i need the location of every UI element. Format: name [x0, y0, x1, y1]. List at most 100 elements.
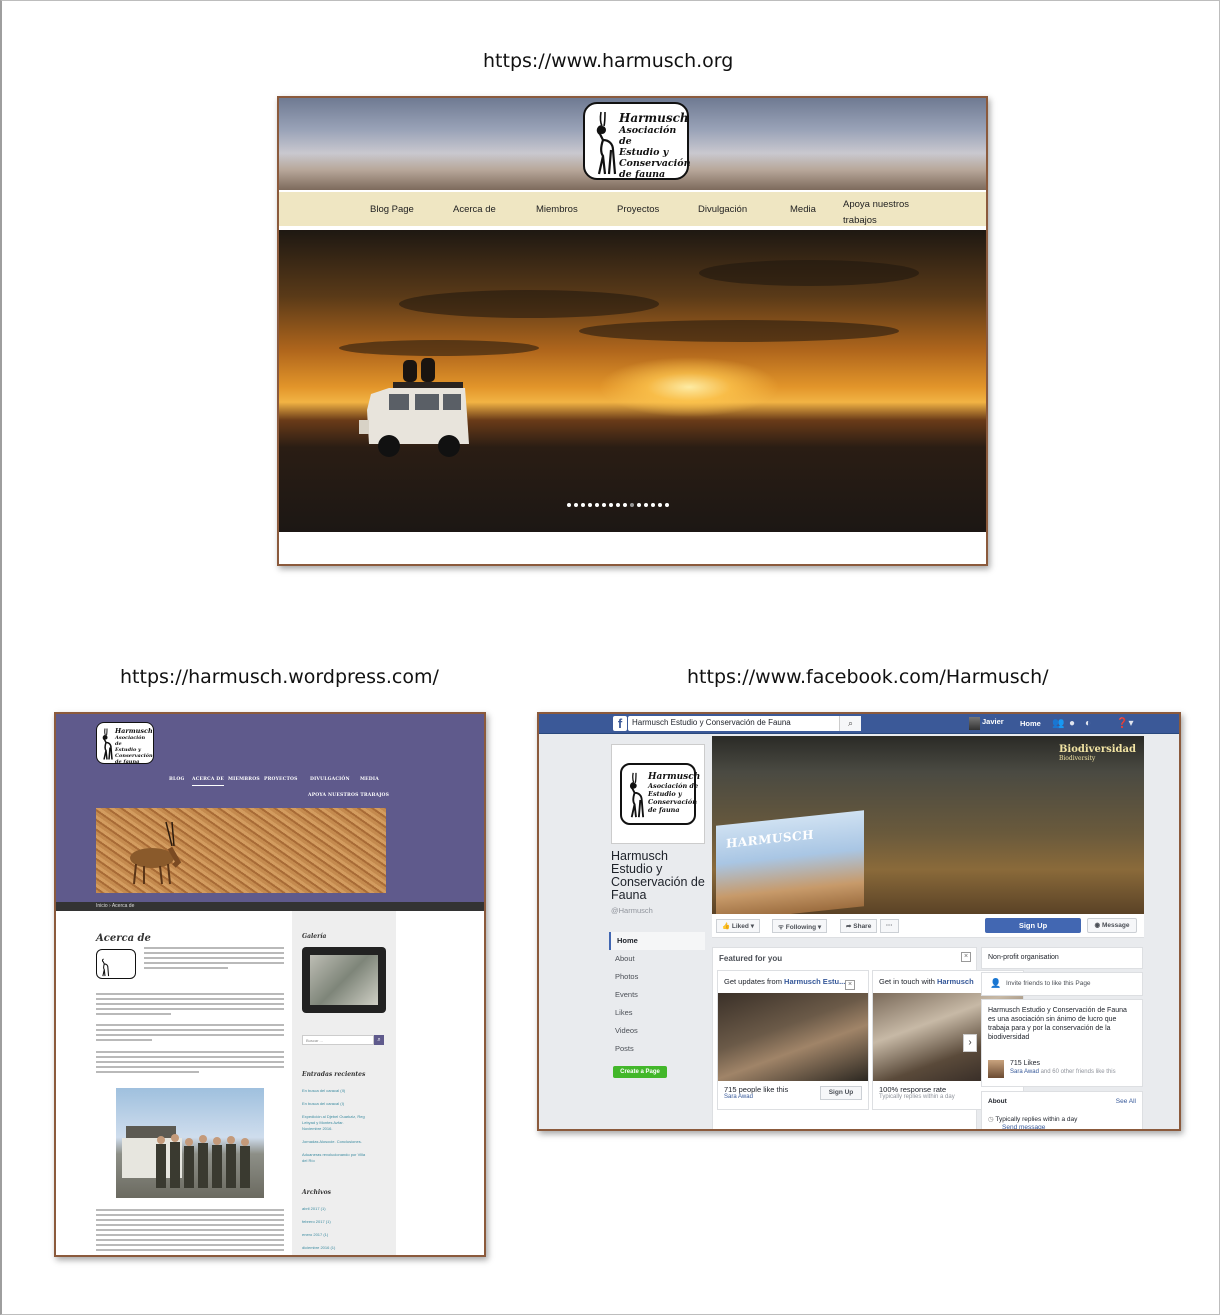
- article-paragraph-1: [144, 947, 284, 972]
- wordpress-site-logo[interactable]: Harmusch Asociación de Estudio y Conserv…: [96, 722, 154, 766]
- recent-post-link[interactable]: Expedición al Djebel Ouarkziz, Reg: [302, 1114, 365, 1119]
- recent-post-link-cont[interactable]: del Río: [302, 1158, 315, 1163]
- menu-item-about[interactable]: About: [609, 950, 705, 968]
- nav-apoya-nuestros-trabajos[interactable]: Apoya nuestros trabajos: [843, 197, 909, 229]
- cover-photo[interactable]: Biodiversidad Biodiversity HARMUSCH: [712, 736, 1144, 922]
- liked-button[interactable]: 👍 Liked ▾: [716, 919, 760, 933]
- chevron-right-icon[interactable]: ›: [963, 1034, 977, 1052]
- recent-post-link[interactable]: En busca del caracal (II): [302, 1088, 345, 1093]
- search-icon[interactable]: ⌕: [374, 1035, 384, 1045]
- home-link[interactable]: Home: [1020, 719, 1041, 728]
- logo-text: Harmusch Asociación de Estudio y Conserv…: [619, 111, 691, 181]
- following-button[interactable]: ᯤ Following ▾: [772, 919, 828, 933]
- recent-post-link[interactable]: Jornadas Alosocie. Conclusiones.: [302, 1139, 362, 1144]
- menu-item-likes[interactable]: Likes: [609, 1004, 705, 1022]
- close-icon[interactable]: ×: [961, 952, 971, 962]
- article-paragraph-3: [96, 1024, 284, 1044]
- help-icon[interactable]: ❓▾: [1116, 718, 1133, 729]
- harmusch-org-screenshot: Harmusch Asociación de Estudio y Conserv…: [277, 96, 988, 566]
- recent-post-link-cont[interactable]: Noviembre 2016.: [302, 1126, 332, 1131]
- sidebar-search-input[interactable]: Buscar ...: [302, 1035, 374, 1045]
- facebook-search-input[interactable]: Harmusch Estudio y Conservación de Fauna: [628, 716, 860, 731]
- archive-link[interactable]: abril 2017 (1): [302, 1206, 326, 1211]
- invite-friends-link[interactable]: 👤 Invite friends to like this Page: [981, 972, 1143, 996]
- wp-nav-acerca-de[interactable]: ACERCA DE: [192, 777, 225, 786]
- cover-sign-text: Biodiversidad Biodiversity: [1058, 744, 1136, 762]
- about-section: About See All ◷ Typically replies within…: [981, 1091, 1143, 1129]
- facebook-screenshot: f Harmusch Estudio y Conservación de Fau…: [537, 712, 1181, 1131]
- send-message-link[interactable]: Send message: [1002, 1124, 1045, 1129]
- messages-icon[interactable]: ●: [1069, 718, 1075, 729]
- wp-nav-proyectos[interactable]: PROYECTOS: [264, 777, 298, 782]
- logo-text: Harmusch Asociación de Estudio y Conserv…: [115, 727, 153, 766]
- gazelle-logo-icon: [629, 772, 645, 818]
- cover-display-box: HARMUSCH: [716, 810, 864, 922]
- sign-up-button[interactable]: Sign Up: [985, 918, 1081, 933]
- featured-title: Featured for you: [719, 954, 783, 963]
- add-friend-icon: 👤: [990, 978, 1002, 988]
- page-description: Harmusch Estudio y Conservación de Fauna…: [988, 1007, 1127, 1041]
- gazelle-logo-icon: [102, 728, 113, 760]
- user-avatar[interactable]: [969, 717, 980, 730]
- page-sidebar-menu: Home About Photos Events Likes Videos Po…: [609, 932, 705, 1058]
- facebook-url-label: https://www.facebook.com/Harmusch/: [687, 666, 1049, 688]
- article-paragraph-4: [96, 1051, 284, 1076]
- recent-post-link[interactable]: Aduaneras revolucionando por Villa: [302, 1152, 365, 1157]
- dismiss-card-icon[interactable]: ×: [845, 980, 855, 990]
- wp-nav-divulgacion[interactable]: DIVULGACIÓN: [310, 777, 350, 782]
- more-options-button[interactable]: ···: [880, 919, 899, 933]
- share-button[interactable]: ➦ Share: [840, 919, 878, 933]
- wordpress-sidebar: Galería Buscar ... ⌕ Entradas recientes …: [292, 911, 396, 1255]
- featured-card-updates[interactable]: Get updates from Harmusch Estu... 715 pe…: [717, 970, 869, 1110]
- wordpress-header: Harmusch Asociación de Estudio y Conserv…: [56, 714, 484, 902]
- message-button[interactable]: ◉ Message: [1087, 918, 1137, 933]
- profile-picture[interactable]: Harmusch Asociación de Estudio y Conserv…: [611, 744, 705, 844]
- site-logo[interactable]: Harmusch Asociación de Estudio y Conserv…: [583, 102, 691, 181]
- wp-nav-blog[interactable]: BLOG: [169, 777, 185, 782]
- menu-item-videos[interactable]: Videos: [609, 1022, 705, 1040]
- card-sign-up-button[interactable]: Sign Up: [820, 1086, 862, 1100]
- facebook-top-bar: f Harmusch Estudio y Conservación de Fau…: [539, 714, 1179, 734]
- wp-nav-media[interactable]: MEDIA: [360, 777, 379, 782]
- archive-link[interactable]: diciembre 2016 (1): [302, 1245, 335, 1250]
- nav-divulgacion[interactable]: Divulgación: [698, 204, 747, 215]
- nav-blog-page[interactable]: Blog Page: [370, 204, 414, 215]
- notifications-icon[interactable]: ◐: [1085, 718, 1091, 729]
- nav-acerca-de[interactable]: Acerca de: [453, 204, 496, 215]
- search-icon[interactable]: ⌕: [839, 716, 861, 731]
- create-page-button[interactable]: Create a Page: [613, 1066, 667, 1078]
- friend-requests-icon[interactable]: 👥: [1052, 718, 1064, 729]
- menu-item-photos[interactable]: Photos: [609, 968, 705, 986]
- wordpress-article: Acerca de: [56, 911, 292, 1255]
- wordpress-screenshot: Harmusch Asociación de Estudio y Conserv…: [54, 712, 486, 1257]
- nav-media[interactable]: Media: [790, 204, 816, 215]
- user-name-link[interactable]: Javier: [982, 717, 1004, 726]
- article-title: Acerca de: [96, 933, 151, 944]
- hero-slider-image[interactable]: [279, 230, 986, 532]
- wp-nav-miembros[interactable]: MIEMBROS: [228, 777, 260, 782]
- nav-proyectos[interactable]: Proyectos: [617, 204, 659, 215]
- facebook-logo-icon[interactable]: f: [613, 716, 627, 731]
- page-about-card: Harmusch Estudio y Conservación de Fauna…: [981, 999, 1143, 1087]
- see-all-link[interactable]: See All: [1116, 1098, 1136, 1105]
- recent-post-link-cont[interactable]: Lebyad y Montes Azfar.: [302, 1120, 344, 1125]
- sidebar-recent-title: Entradas recientes: [302, 1071, 366, 1078]
- archive-link[interactable]: enero 2017 (1): [302, 1232, 328, 1237]
- menu-item-events[interactable]: Events: [609, 986, 705, 1004]
- recent-post-link[interactable]: En busca del caracal (I): [302, 1101, 344, 1106]
- nav-miembros[interactable]: Miembros: [536, 204, 578, 215]
- slider-pagination-dots[interactable]: [567, 503, 669, 507]
- menu-item-posts[interactable]: Posts: [609, 1040, 705, 1058]
- sidebar-gallery-title: Galería: [302, 933, 327, 940]
- wp-nav-apoya[interactable]: APOYA NUESTROS TRABAJOS: [308, 793, 389, 798]
- gazelle-photo-icon: [130, 821, 182, 885]
- page-title: Harmusch Estudio y Conservación de Fauna: [611, 849, 705, 902]
- page-handle[interactable]: @Harmusch: [611, 906, 653, 915]
- archive-link[interactable]: febrero 2017 (1): [302, 1219, 331, 1224]
- article-logo: [96, 949, 136, 979]
- friend-avatar: [988, 1060, 1004, 1078]
- menu-item-home[interactable]: Home: [609, 932, 705, 950]
- sidebar-gallery[interactable]: [302, 947, 386, 1013]
- page-category: Non-profit organisation: [981, 947, 1143, 969]
- expedition-photo: [116, 1088, 264, 1198]
